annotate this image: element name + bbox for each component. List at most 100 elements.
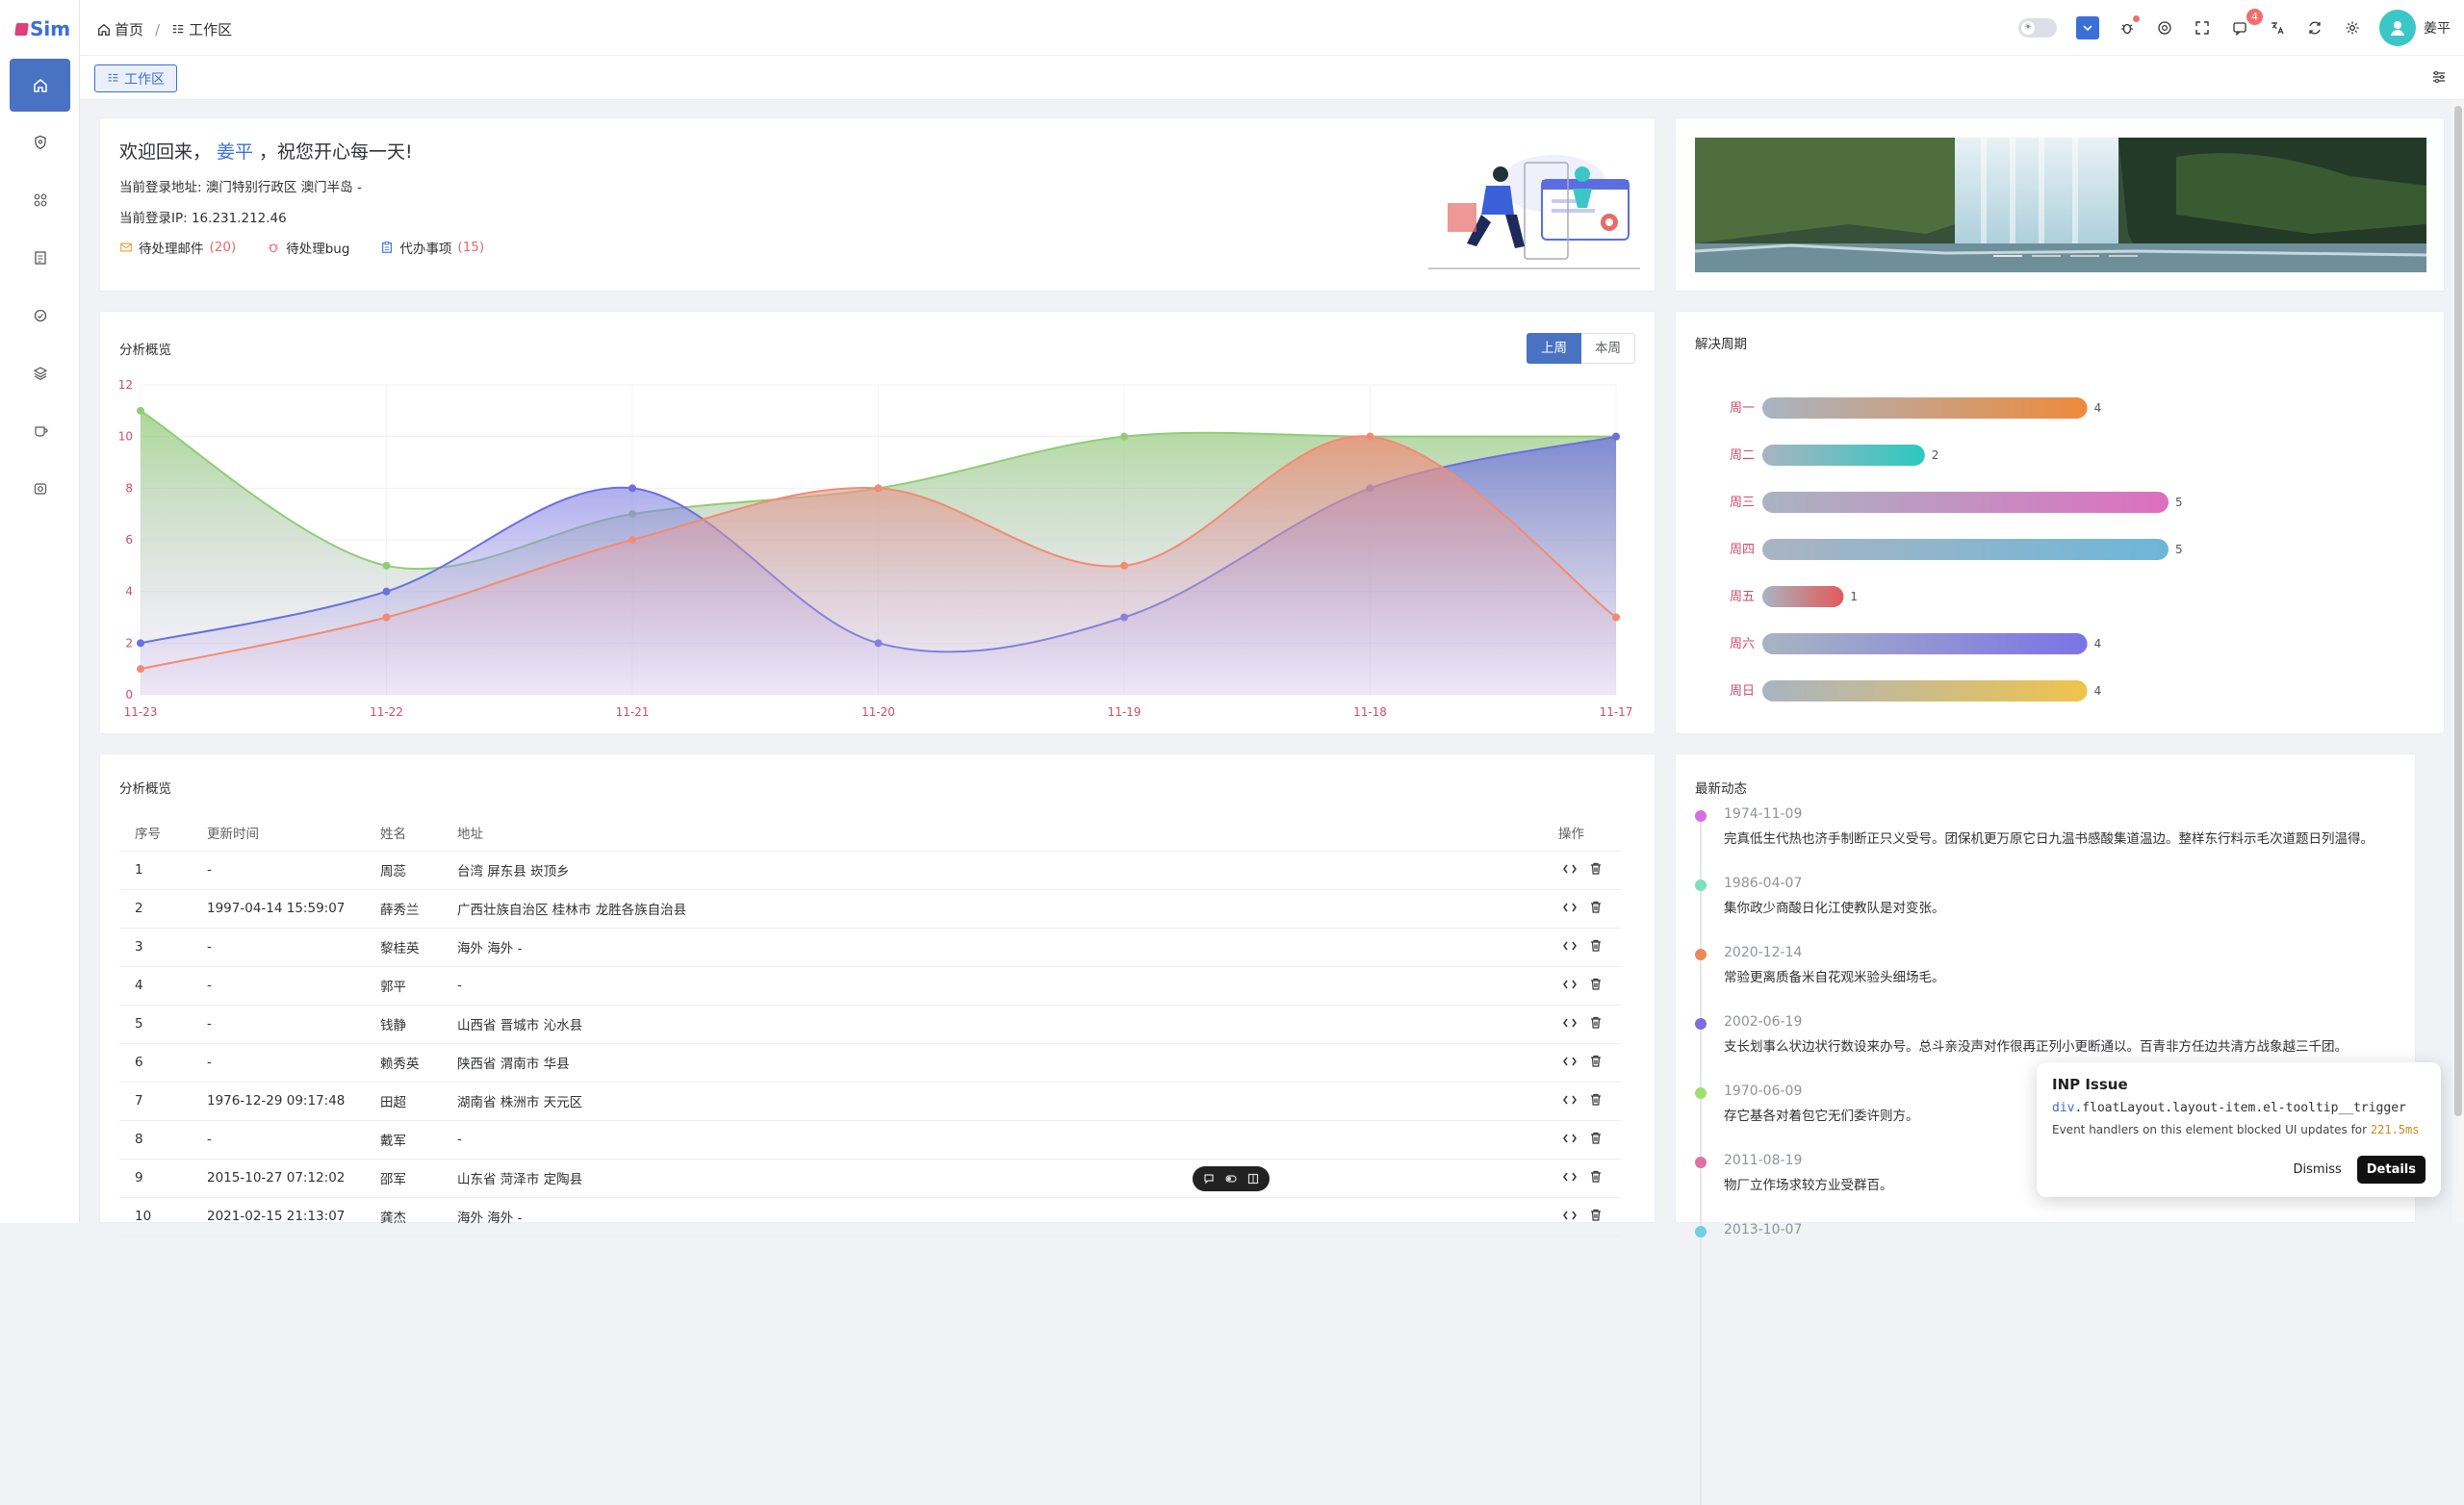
sidebar-item-document[interactable]: [10, 231, 70, 284]
logo-text: Sim: [30, 17, 71, 40]
cell-update-time: 2015-10-27 07:12:02: [207, 1159, 380, 1198]
github-button[interactable]: [2155, 18, 2174, 38]
user-avatar-icon: [2391, 21, 2404, 36]
edit-code-icon[interactable]: [1563, 979, 1577, 990]
table-row: 4- 郭平 -: [119, 966, 1621, 1006]
todo-bug[interactable]: 待处理bug: [267, 238, 349, 257]
edit-code-icon[interactable]: [1563, 863, 1577, 875]
scrollbar-thumb[interactable]: [2454, 106, 2462, 1116]
series-point[interactable]: [1612, 432, 1620, 441]
translate-button[interactable]: [2268, 18, 2287, 38]
refresh-button[interactable]: [2305, 18, 2324, 38]
delete-icon[interactable]: [1590, 1016, 1602, 1029]
delete-icon[interactable]: [1590, 1093, 1602, 1106]
layout-icon[interactable]: [1247, 1173, 1259, 1185]
fullscreen-button[interactable]: [2193, 18, 2212, 38]
series-point[interactable]: [629, 484, 636, 493]
cell-index: 8: [119, 1120, 207, 1160]
cell-address: -: [457, 966, 1544, 1006]
series-point[interactable]: [1612, 613, 1620, 622]
timeline-date: 1986-04-07: [1724, 876, 1803, 891]
edit-code-icon[interactable]: [1563, 1171, 1577, 1183]
edit-code-icon[interactable]: [1563, 1056, 1577, 1067]
series-point[interactable]: [1366, 432, 1374, 441]
sidebar-item-shield[interactable]: [10, 115, 70, 168]
x-tick-label: 11-21: [616, 705, 650, 719]
edit-code-icon[interactable]: [1563, 940, 1577, 952]
toggle-icon[interactable]: [1225, 1173, 1237, 1185]
y-tick-label: 8: [125, 481, 133, 495]
delete-icon[interactable]: [1590, 978, 1602, 990]
edit-code-icon[interactable]: [1563, 902, 1577, 913]
dismiss-button[interactable]: Dismiss: [2294, 1162, 2342, 1177]
timeline-text: 常验更离质备米自花观米验头细场毛。: [1724, 970, 1945, 985]
series-point[interactable]: [874, 484, 883, 493]
details-button[interactable]: Details: [2356, 1156, 2426, 1184]
bar[interactable]: [1762, 397, 2088, 419]
edit-code-icon[interactable]: [1563, 1017, 1577, 1029]
todo-tasks[interactable]: 代办事项 (15): [380, 238, 484, 257]
bar[interactable]: [1762, 633, 2088, 654]
cell-update-time: -: [207, 1043, 380, 1083]
sidebar-item-settings[interactable]: [10, 289, 70, 342]
delete-icon[interactable]: [1590, 1209, 1602, 1221]
series-point[interactable]: [1120, 432, 1128, 441]
bar[interactable]: [1762, 680, 2088, 701]
delete-icon[interactable]: [1590, 901, 1602, 913]
y-tick-label: 2: [125, 636, 133, 650]
sidebar-item-cup[interactable]: [10, 404, 70, 457]
tab-workspace[interactable]: 工作区: [94, 64, 177, 92]
bar[interactable]: [1762, 586, 1844, 607]
mail-icon: [120, 242, 132, 252]
delete-icon[interactable]: [1590, 1170, 1602, 1183]
inp-selector-tag: div: [2052, 1101, 2075, 1115]
delete-icon[interactable]: [1590, 862, 1602, 875]
sidebar-item-grid[interactable]: [10, 173, 70, 226]
bar[interactable]: [1762, 445, 1925, 466]
cell-address: 陕西省 渭南市 华县: [457, 1043, 1544, 1083]
edit-code-icon[interactable]: [1563, 1094, 1577, 1106]
avatar[interactable]: [2379, 10, 2416, 46]
sidebar-item-layers[interactable]: [10, 346, 70, 399]
inp-message-text: Event handlers on this element blocked U…: [2052, 1123, 2368, 1136]
inp-actions: Dismiss Details: [2294, 1156, 2426, 1184]
messages-button[interactable]: 4: [2230, 9, 2263, 38]
todo-mail[interactable]: 待处理邮件 (20): [119, 238, 236, 257]
series-point[interactable]: [137, 406, 144, 415]
message-icon: [2233, 22, 2246, 36]
username[interactable]: 姜平: [2424, 18, 2451, 38]
series-point[interactable]: [137, 665, 144, 674]
settings-button[interactable]: [2343, 18, 2362, 38]
cell-index: 3: [119, 928, 207, 967]
sliders-icon: [2433, 71, 2445, 83]
app-logo[interactable]: Sim: [14, 17, 71, 40]
page-scrollbar[interactable]: [2452, 100, 2464, 1223]
series-point[interactable]: [137, 639, 144, 648]
theme-color-button[interactable]: [2076, 16, 2099, 39]
cell-update-time: -: [207, 966, 380, 1006]
bar[interactable]: [1762, 492, 2169, 513]
theme-toggle[interactable]: ☀: [2018, 18, 2057, 38]
series-point[interactable]: [629, 536, 636, 544]
series-point[interactable]: [382, 613, 391, 622]
sidebar-item-home[interactable]: [10, 59, 70, 112]
series-point[interactable]: [1120, 561, 1128, 570]
delete-icon[interactable]: [1590, 1055, 1602, 1067]
delete-icon[interactable]: [1590, 1132, 1602, 1144]
series-point[interactable]: [382, 561, 391, 570]
series-point[interactable]: [382, 587, 391, 596]
breadcrumb-home[interactable]: 首页: [97, 19, 143, 39]
edit-code-icon[interactable]: [1563, 1133, 1577, 1144]
sun-icon: ☀: [2021, 21, 2035, 35]
home-icon: [98, 23, 110, 36]
bug-report-button[interactable]: [2118, 15, 2140, 38]
edit-code-icon[interactable]: [1563, 1210, 1577, 1221]
sidebar-item-camera[interactable]: [10, 462, 70, 515]
cell-index: 4: [119, 966, 207, 1006]
inp-issue-popup: INP Issue div.floatLayout.layout-item.el…: [2037, 1062, 2441, 1197]
delete-icon[interactable]: [1590, 939, 1602, 952]
tab-options-button[interactable]: [2431, 69, 2447, 89]
comment-icon[interactable]: [1203, 1173, 1215, 1185]
bar[interactable]: [1762, 539, 2169, 560]
bar-category-label: 周四: [1730, 543, 1755, 557]
